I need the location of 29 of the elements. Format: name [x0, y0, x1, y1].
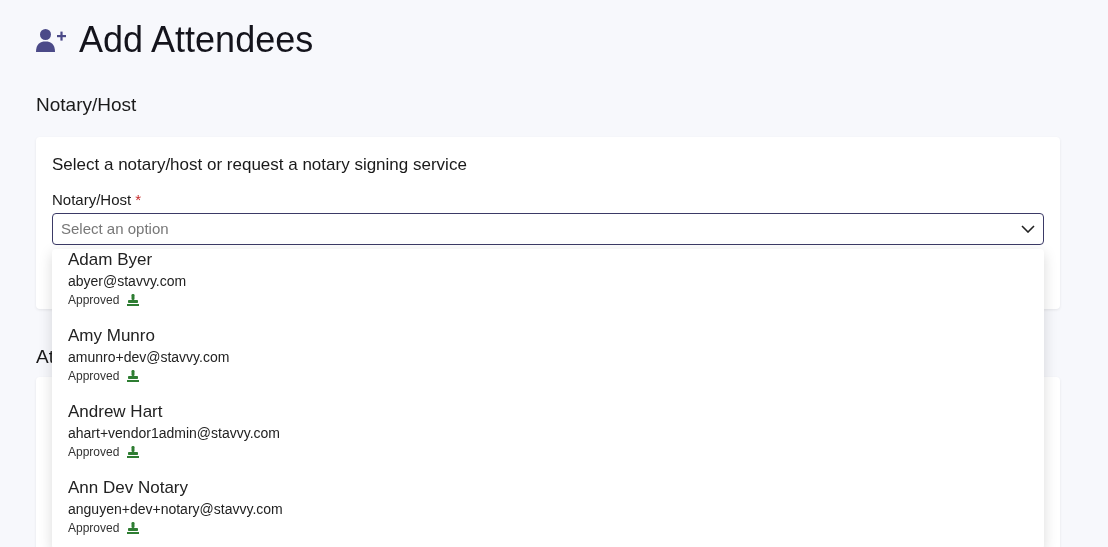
dropdown-option[interactable]: Amy Munro amunro+dev@stavvy.com Approved	[68, 325, 1028, 401]
status-text: Approved	[68, 520, 120, 536]
stamp-icon	[127, 370, 140, 382]
option-name: Amy Munro	[68, 325, 155, 347]
chevron-down-icon	[1021, 225, 1035, 233]
option-name: Andrew Hart	[68, 401, 163, 423]
option-name: Ann Dev Notary	[68, 477, 188, 499]
page-title: Add Attendees	[79, 20, 314, 60]
option-email: ahart+vendor1admin@stavvy.com	[68, 424, 280, 443]
dropdown-option[interactable]: Ann Dev Notary anguyen+dev+notary@stavvy.com Approved	[68, 477, 1028, 547]
status-text: Approved	[68, 444, 120, 460]
card-description: Select a notary/host or request a notary signing service	[52, 154, 468, 176]
status-text: Approved	[68, 292, 120, 308]
select-field[interactable]: Select an option	[52, 213, 1044, 245]
option-email: anguyen+dev+notary@stavvy.com	[68, 500, 283, 519]
stamp-icon	[127, 446, 140, 458]
stamp-icon	[127, 294, 140, 306]
option-name: Adam Byer	[68, 249, 153, 271]
field-label: Notary/Host	[52, 190, 132, 210]
option-email: abyer@stavvy.com	[68, 272, 187, 291]
status-text: Approved	[68, 368, 120, 384]
dropdown-option[interactable]: Andrew Hart ahart+vendor1admin@stavvy.com Approved	[68, 401, 1028, 477]
option-email: amunro+dev@stavvy.com	[68, 348, 230, 367]
select-placeholder: Select an option	[61, 218, 169, 239]
dropdown-option[interactable]: Adam Byer abyer@stavvy.com Approved	[68, 249, 1028, 325]
user-add-icon	[36, 28, 67, 52]
stamp-icon	[127, 522, 140, 534]
required-asterisk: *	[135, 190, 142, 210]
section-heading: Notary/Host	[36, 93, 138, 117]
